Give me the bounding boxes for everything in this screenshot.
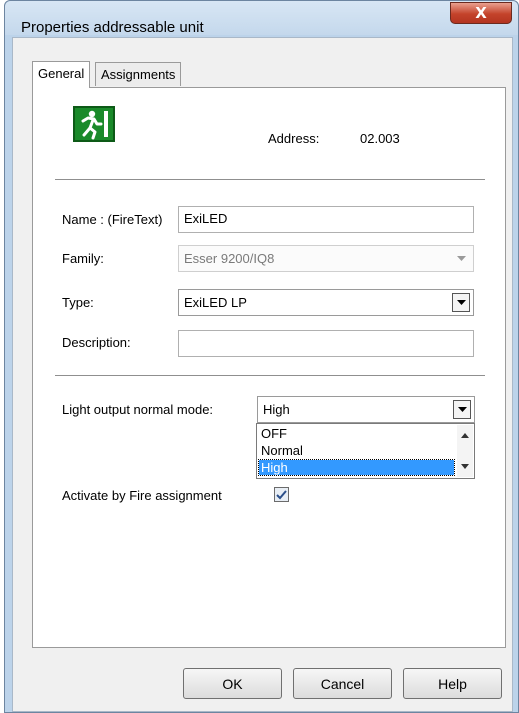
dropdown-scrollbar[interactable] (457, 425, 473, 477)
scroll-up-icon (461, 433, 469, 438)
family-select: Esser 9200/IQ8 (178, 245, 474, 272)
activate-checkbox[interactable] (274, 487, 289, 502)
title-bar[interactable]: Properties addressable unit X (5, 1, 518, 36)
address-value: 02.003 (360, 131, 400, 146)
chevron-down-icon (456, 300, 466, 305)
name-input[interactable]: ExiLED (178, 206, 474, 233)
name-label: Name : (FireText) (62, 212, 163, 227)
description-label: Description: (62, 335, 131, 350)
chevron-down-icon (452, 249, 470, 268)
light-output-label: Light output normal mode: (62, 402, 214, 417)
tab-assignments[interactable]: Assignments (95, 62, 182, 86)
scroll-down-icon (461, 464, 469, 469)
chevron-down-icon (457, 407, 467, 412)
type-dropdown-button[interactable] (452, 293, 470, 312)
dialog-client-area: General Assignments Address: 02.003 Name… (12, 37, 513, 712)
close-button[interactable]: X (450, 2, 512, 24)
type-select-value: ExiLED LP (184, 295, 247, 310)
separator-top (55, 179, 485, 180)
address-label: Address: (268, 131, 320, 146)
general-tab-panel: Address: 02.003 Name : (FireText) ExiLED… (32, 87, 506, 648)
light-output-dropdown-button[interactable] (453, 400, 471, 419)
list-option-normal[interactable]: Normal (259, 443, 454, 458)
ok-button[interactable]: OK (183, 668, 282, 699)
family-select-value: Esser 9200/IQ8 (184, 251, 275, 266)
list-option-high[interactable]: High (258, 459, 455, 476)
type-select[interactable]: ExiLED LP (178, 289, 474, 316)
type-label: Type: (62, 295, 94, 310)
family-label: Family: (62, 251, 104, 266)
light-output-dropdown-list[interactable]: OFF Normal High (256, 423, 475, 479)
light-output-select[interactable]: High (257, 396, 475, 423)
cancel-button[interactable]: Cancel (293, 668, 392, 699)
close-icon: X (475, 4, 487, 22)
help-button[interactable]: Help (403, 668, 502, 699)
tab-general[interactable]: General (32, 61, 91, 88)
separator-middle (55, 375, 485, 376)
list-option-off[interactable]: OFF (259, 426, 454, 441)
dialog-window: Properties addressable unit X General As… (4, 0, 519, 713)
emergency-exit-icon (73, 106, 115, 142)
window-title: Properties addressable unit (21, 19, 204, 36)
activate-label: Activate by Fire assignment (62, 488, 222, 503)
description-input[interactable] (178, 330, 474, 357)
light-output-select-value: High (263, 402, 290, 417)
checkmark-icon (276, 489, 287, 499)
